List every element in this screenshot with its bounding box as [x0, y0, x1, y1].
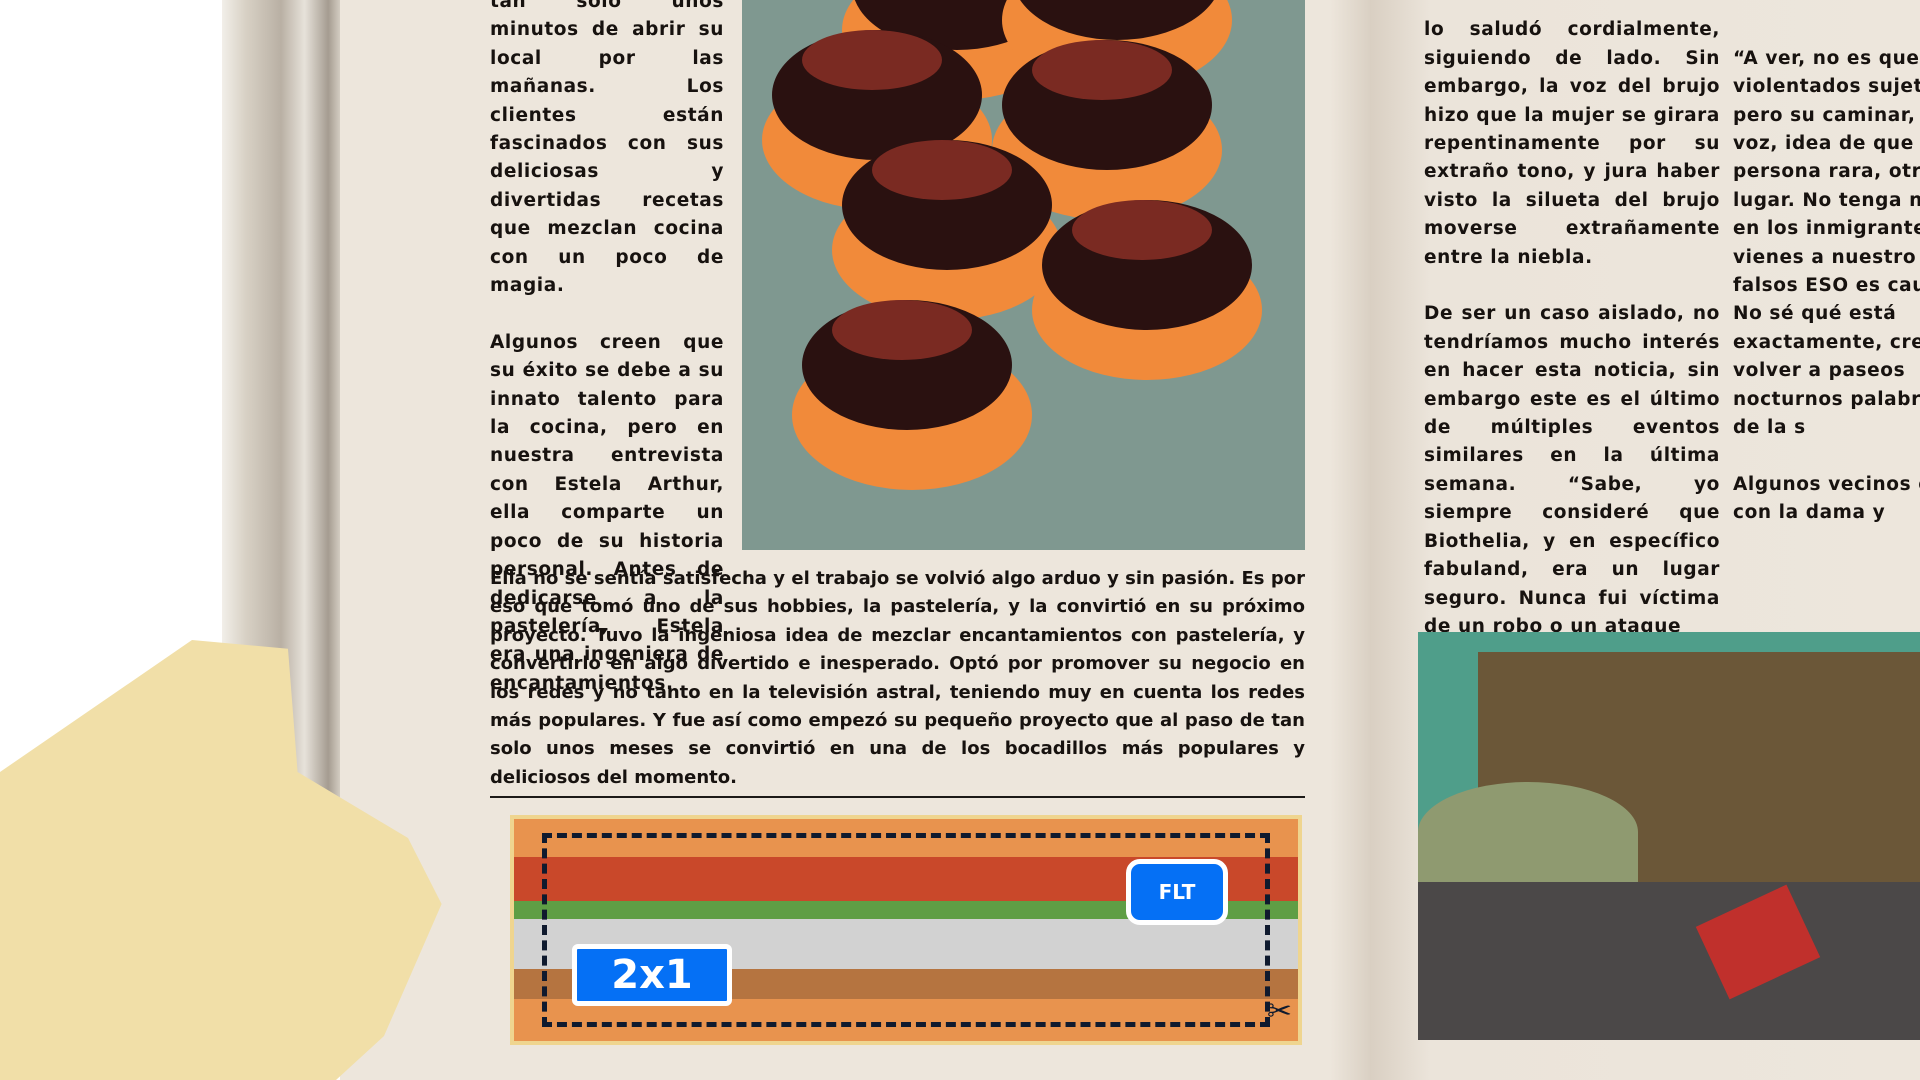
paragraph: Ella no se sentía satisfecha y el trabaj…	[490, 568, 1305, 788]
article-column-right-1: lo saludó cordialmente, siguiendo de lad…	[1424, 0, 1720, 670]
small-badge: FLT	[1126, 859, 1228, 925]
macaron	[832, 140, 1062, 320]
bush	[1418, 782, 1638, 882]
paragraph: “A ver, no es que sido violentados sujet…	[1733, 47, 1920, 439]
macarons-illustration	[742, 0, 1305, 550]
article-paragraph-wide: Ella no se sentía satisfecha y el trabaj…	[490, 565, 1305, 821]
paragraph: De ser un caso aislado, no tendríamos mu…	[1424, 303, 1720, 637]
paragraph: tan solo unos minutos de abrir su local …	[490, 0, 724, 297]
article-column-right-2: “A ver, no es que sido violentados sujet…	[1733, 0, 1920, 556]
macaron	[792, 300, 1032, 490]
sandwich-coupon[interactable]: 2x1 FLT ✂	[510, 815, 1302, 1045]
macaron	[1032, 200, 1262, 380]
paragraph: lo saludó cordialmente, siguiendo de lad…	[1424, 19, 1720, 268]
scissors-icon: ✂	[1266, 994, 1292, 1029]
street-illustration	[1418, 632, 1920, 1040]
road	[1418, 882, 1920, 1040]
paragraph: Algunos vecinos c con la dama y	[1733, 473, 1920, 524]
divider	[490, 796, 1305, 798]
offer-badge: 2x1	[572, 944, 732, 1006]
